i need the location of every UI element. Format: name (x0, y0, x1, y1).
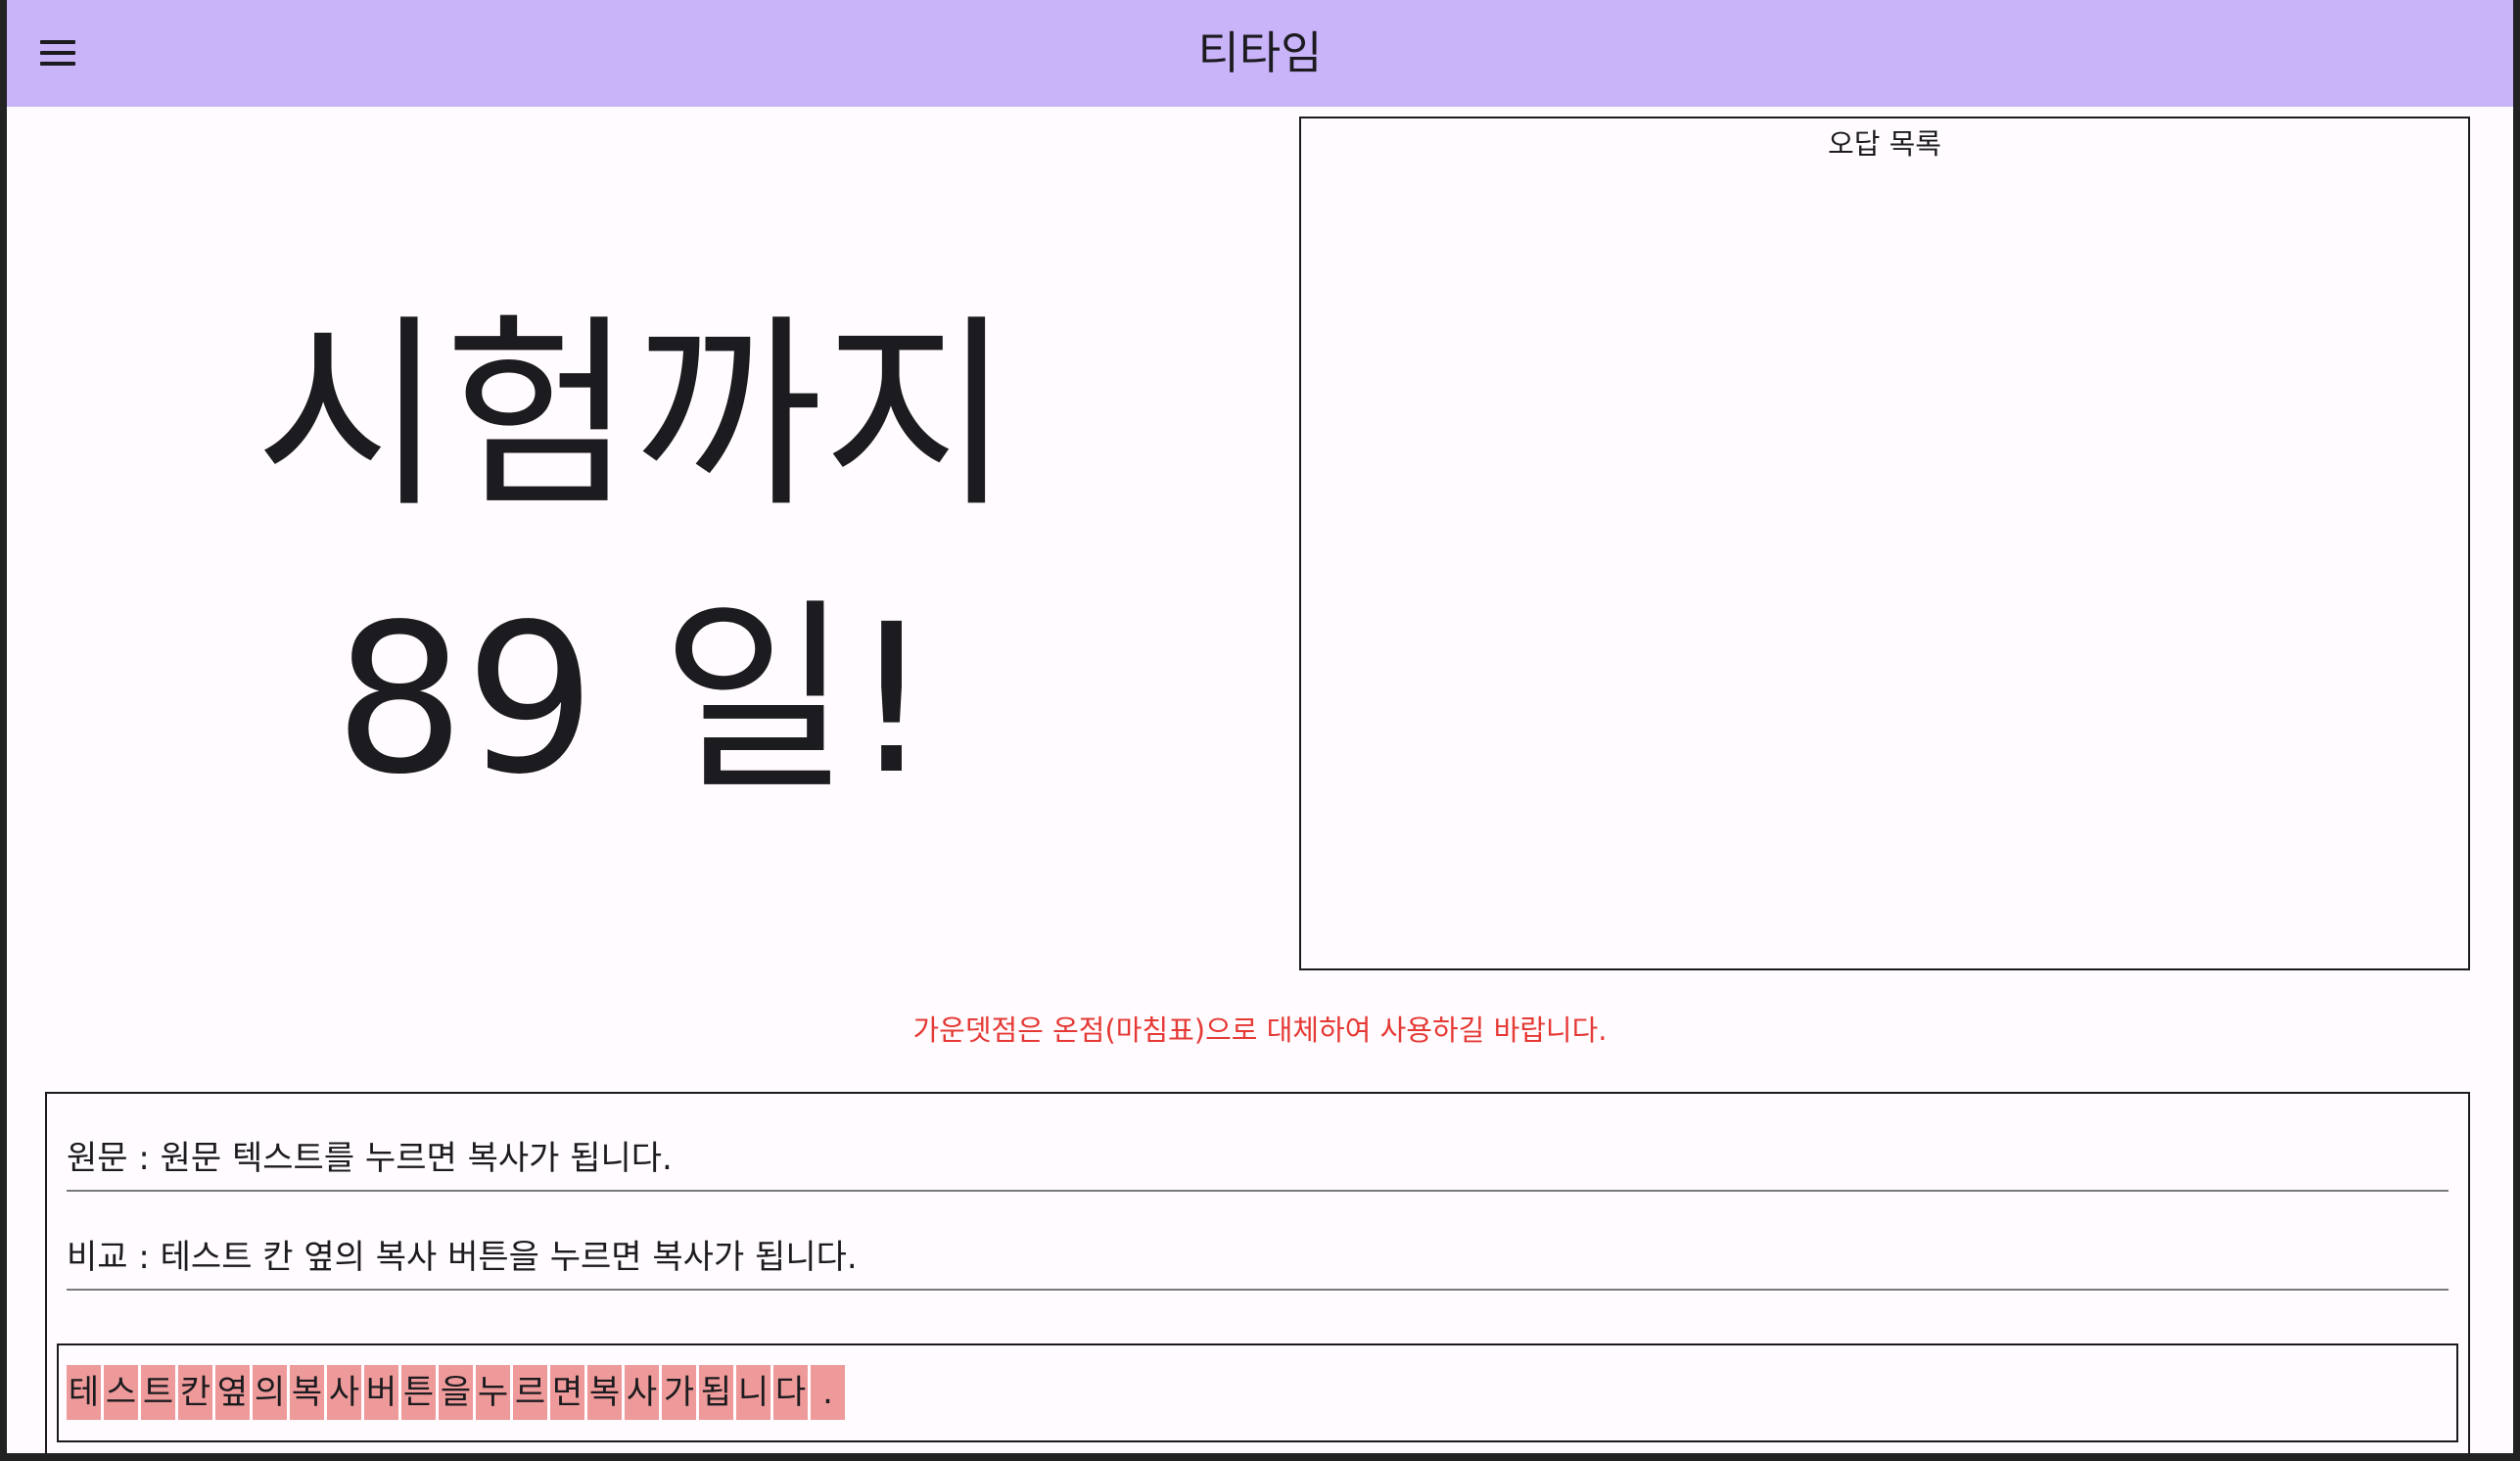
typing-char: 다 (773, 1365, 808, 1420)
typing-char: 면 (550, 1365, 584, 1420)
wrong-answer-list[interactable]: 오답 목록 (1299, 117, 2470, 970)
typing-char: 누 (476, 1365, 510, 1420)
typing-char: 버 (364, 1365, 398, 1420)
exam-countdown: 시험까지 89 일! (7, 274, 1260, 842)
countdown-label: 시험까지 (255, 296, 1012, 536)
app-window: 티타임 시험까지 89 일! 오답 목록 가운뎃점은 온점(마침표)으로 대체하… (7, 0, 2513, 1453)
typing-char: 트 (141, 1365, 175, 1420)
typing-char: 테 (67, 1365, 101, 1420)
typing-char: . (811, 1365, 845, 1420)
compare-text-field[interactable]: 비교 : 테스트 칸 옆의 복사 버튼을 누르면 복사가 됩니다. (67, 1232, 2449, 1291)
typing-char: 스 (104, 1365, 138, 1420)
typing-compare-panel: 원문 : 원문 텍스트를 누르면 복사가 됩니다. 비교 : 테스트 칸 옆의 … (45, 1092, 2470, 1453)
typing-char: 가 (662, 1365, 696, 1420)
original-text-field[interactable]: 원문 : 원문 텍스트를 누르면 복사가 됩니다. (67, 1133, 2449, 1192)
typing-char-list: 테 스 트 칸 옆 의 복 사 버 튼 을 누 르 면 복 사 가 됩 니 다 (67, 1365, 845, 1420)
typing-char: 됩 (699, 1365, 733, 1420)
typing-char: 칸 (178, 1365, 212, 1420)
countdown-days: 89 일! (334, 580, 933, 820)
typing-char: 복 (290, 1365, 324, 1420)
wrong-answer-list-title: 오답 목록 (1828, 127, 1941, 161)
typing-input[interactable]: 테 스 트 칸 옆 의 복 사 버 튼 을 누 르 면 복 사 가 됩 니 다 (57, 1343, 2458, 1442)
app-title: 티타임 (1197, 26, 1323, 79)
typing-char: 튼 (401, 1365, 436, 1420)
typing-char: 니 (736, 1365, 770, 1420)
typing-char: 옆 (215, 1365, 250, 1420)
typing-char: 르 (513, 1365, 547, 1420)
typing-char: 을 (439, 1365, 473, 1420)
typing-char: 복 (587, 1365, 622, 1420)
notice-text: 가운뎃점은 온점(마침표)으로 대체하여 사용하길 바랍니다. (912, 1013, 1608, 1047)
app-bar: 티타임 (7, 0, 2513, 107)
typing-char: 사 (625, 1365, 659, 1420)
typing-char: 사 (327, 1365, 361, 1420)
typing-char: 의 (253, 1365, 287, 1420)
